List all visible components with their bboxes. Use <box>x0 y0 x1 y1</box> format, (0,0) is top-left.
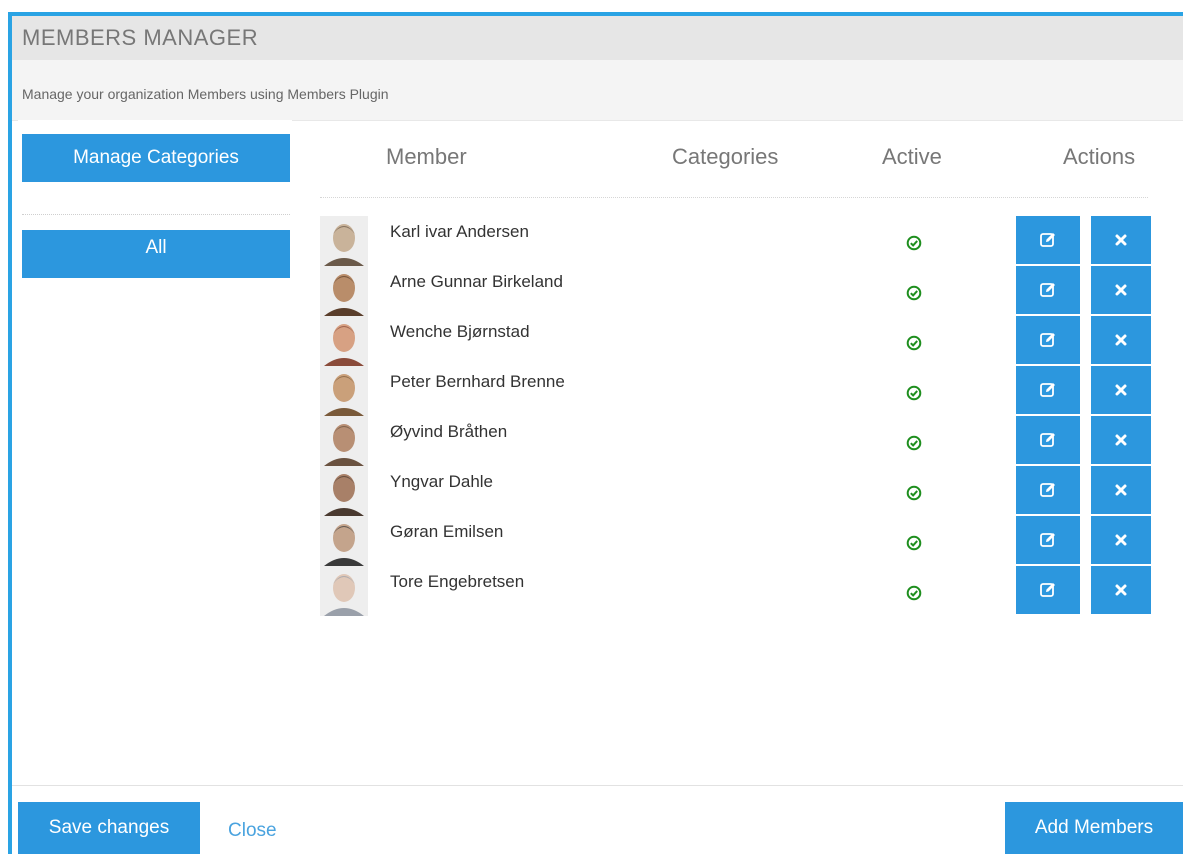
edit-member-button[interactable] <box>1016 566 1080 614</box>
table-row: Wenche Bjørnstad <box>316 316 1151 366</box>
column-header-active: Active <box>882 144 942 169</box>
category-item-all[interactable]: All <box>22 230 290 278</box>
members-manager-dialog: MEMBERS MANAGER Manage your organization… <box>8 12 1183 854</box>
member-name[interactable]: Arne Gunnar Birkeland <box>390 272 563 292</box>
member-avatar <box>320 416 368 466</box>
member-name[interactable]: Yngvar Dahle <box>390 472 493 492</box>
member-avatar <box>320 316 368 366</box>
check-circle-icon[interactable] <box>906 385 922 401</box>
check-circle-icon[interactable] <box>906 535 922 551</box>
table-row: Karl ivar Andersen <box>316 216 1151 266</box>
edit-member-button[interactable] <box>1016 416 1080 464</box>
delete-member-button[interactable] <box>1091 566 1151 614</box>
edit-member-button[interactable] <box>1016 266 1080 314</box>
member-avatar <box>320 516 368 566</box>
check-circle-icon[interactable] <box>906 485 922 501</box>
dialog-titlebar: MEMBERS MANAGER <box>12 16 1183 60</box>
delete-member-button[interactable] <box>1091 366 1151 414</box>
member-avatar <box>320 366 368 416</box>
table-row: Øyvind Bråthen <box>316 416 1151 466</box>
manage-categories-button[interactable]: Manage Categories <box>22 134 290 182</box>
member-avatar <box>320 216 368 266</box>
add-members-button[interactable]: Add Members <box>1005 802 1183 854</box>
sidebar-divider <box>22 214 290 215</box>
table-row: Peter Bernhard Brenne <box>316 366 1151 416</box>
dialog-subtitle-bar: Manage your organization Members using M… <box>12 60 1183 121</box>
save-changes-button[interactable]: Save changes <box>18 802 200 854</box>
edit-member-button[interactable] <box>1016 366 1080 414</box>
check-circle-icon[interactable] <box>906 335 922 351</box>
member-avatar <box>320 566 368 616</box>
edit-member-button[interactable] <box>1016 216 1080 264</box>
header-divider <box>320 197 1148 198</box>
member-avatar <box>320 466 368 516</box>
check-circle-icon[interactable] <box>906 235 922 251</box>
check-circle-icon[interactable] <box>906 435 922 451</box>
member-name[interactable]: Wenche Bjørnstad <box>390 322 530 342</box>
dialog-footer: Save changes Close Add Members <box>12 785 1183 854</box>
column-header-member: Member <box>386 144 467 169</box>
member-name[interactable]: Gøran Emilsen <box>390 522 503 542</box>
member-name[interactable]: Karl ivar Andersen <box>390 222 529 242</box>
edit-member-button[interactable] <box>1016 516 1080 564</box>
dialog-title: MEMBERS MANAGER <box>22 25 259 50</box>
edit-member-button[interactable] <box>1016 466 1080 514</box>
column-header-categories: Categories <box>672 144 779 169</box>
close-link[interactable]: Close <box>228 820 277 842</box>
member-avatar <box>320 266 368 316</box>
edit-member-button[interactable] <box>1016 316 1080 364</box>
categories-sidebar: Manage Categories All <box>18 120 292 420</box>
check-circle-icon[interactable] <box>906 285 922 301</box>
check-circle-icon[interactable] <box>906 585 922 601</box>
delete-member-button[interactable] <box>1091 516 1151 564</box>
column-header-actions: Actions <box>1063 144 1136 169</box>
delete-member-button[interactable] <box>1091 266 1151 314</box>
table-row: Tore Engebretsen <box>316 566 1151 616</box>
table-row: Gøran Emilsen <box>316 516 1151 566</box>
delete-member-button[interactable] <box>1091 316 1151 364</box>
dialog-subtitle: Manage your organization Members using M… <box>22 86 389 102</box>
delete-member-button[interactable] <box>1091 416 1151 464</box>
table-row: Arne Gunnar Birkeland <box>316 266 1151 316</box>
delete-member-button[interactable] <box>1091 216 1151 264</box>
member-name[interactable]: Øyvind Bråthen <box>390 422 507 442</box>
member-name[interactable]: Peter Bernhard Brenne <box>390 372 565 392</box>
table-row: Yngvar Dahle <box>316 466 1151 516</box>
delete-member-button[interactable] <box>1091 466 1151 514</box>
member-name[interactable]: Tore Engebretsen <box>390 572 524 592</box>
